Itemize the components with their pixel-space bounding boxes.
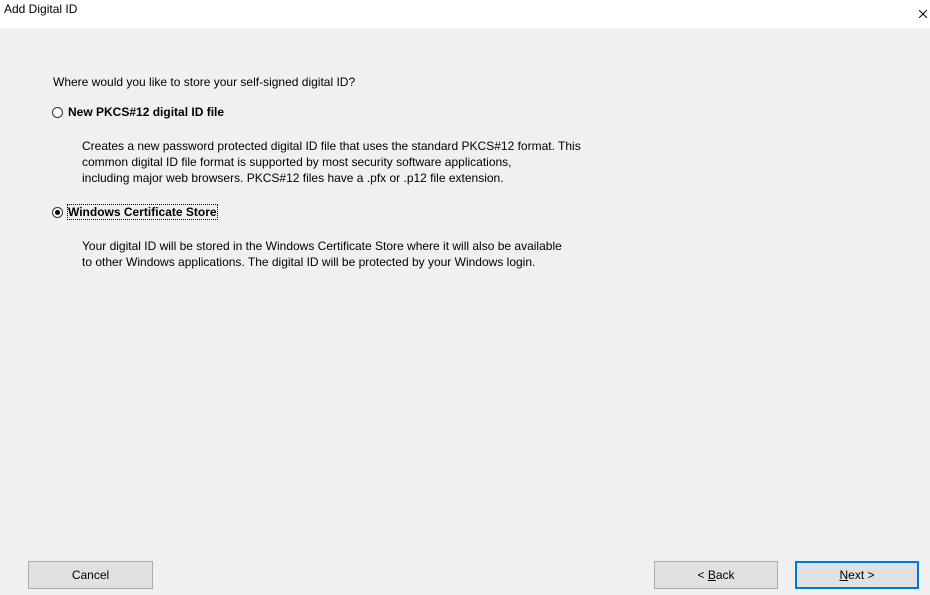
description-line: to other Windows applications. The digit… [82, 255, 536, 269]
back-button-prefix: < [697, 568, 708, 582]
option-pkcs12-description: Creates a new password protected digital… [82, 138, 642, 186]
cancel-button[interactable]: Cancel [28, 561, 153, 589]
option-windows-store-description: Your digital ID will be stored in the Wi… [82, 238, 642, 270]
next-button[interactable]: Next > [795, 561, 919, 589]
option-pkcs12-file[interactable]: New PKCS#12 digital ID file [52, 105, 224, 119]
radio-pkcs12[interactable] [52, 106, 63, 118]
back-button-rest: ack [715, 568, 735, 582]
next-button-rest: ext > [848, 568, 875, 582]
option-windows-certificate-store[interactable]: Windows Certificate Store [52, 204, 218, 220]
window-title: Add Digital ID [4, 2, 78, 16]
description-line: Creates a new password protected digital… [82, 139, 581, 153]
add-digital-id-dialog: Add Digital ID Where would you like to s… [0, 0, 930, 595]
dialog-body: Where would you like to store your self-… [0, 28, 930, 595]
description-line: including major web browsers. PKCS#12 fi… [82, 171, 504, 185]
radio-windows-store[interactable] [52, 206, 63, 218]
close-button[interactable] [912, 0, 930, 24]
option-pkcs12-label: New PKCS#12 digital ID file [68, 105, 225, 119]
close-icon [919, 10, 927, 18]
storage-question: Where would you like to store your self-… [53, 75, 356, 89]
back-button-mnemonic: B [707, 568, 716, 582]
description-line: common digital ID file format is support… [82, 155, 512, 169]
next-button-mnemonic: N [839, 568, 849, 582]
option-windows-store-label: Windows Certificate Store [67, 204, 218, 220]
cancel-button-label: Cancel [71, 568, 110, 582]
title-bar: Add Digital ID [0, 0, 930, 28]
back-button[interactable]: < Back [654, 561, 778, 589]
description-line: Your digital ID will be stored in the Wi… [82, 239, 562, 253]
